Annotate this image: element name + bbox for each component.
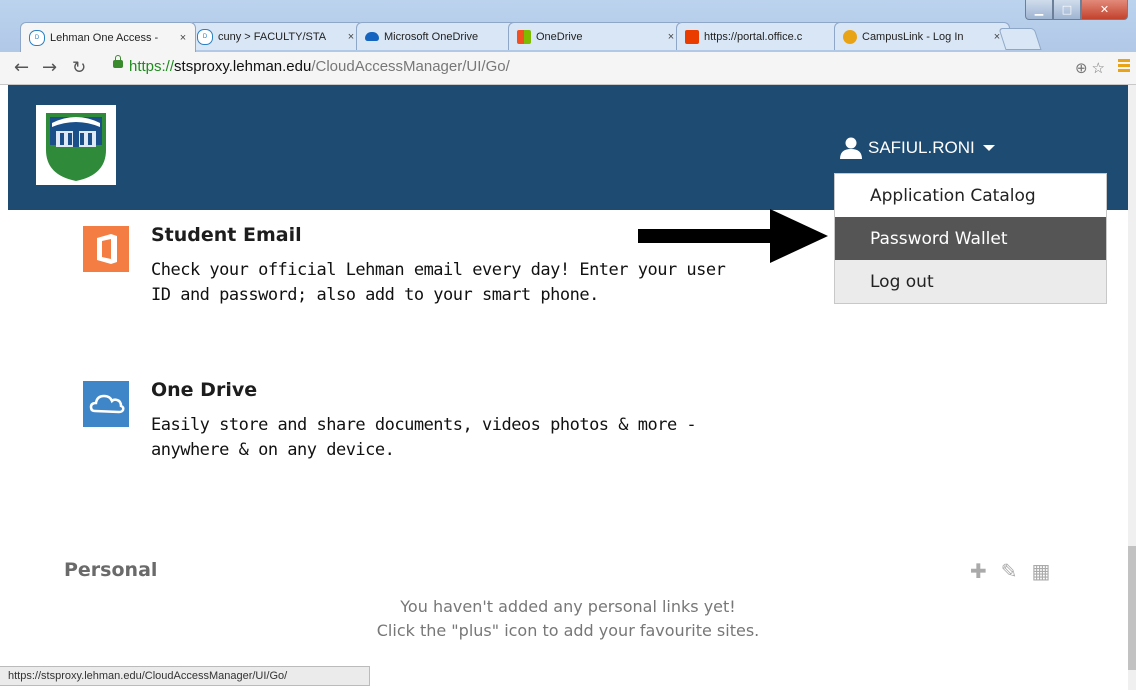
menu-item-application-catalog[interactable]: Application Catalog [835,174,1106,217]
app-description: Easily store and share documents, videos… [151,415,697,460]
user-dropdown-menu: Application Catalog Password Wallet Log … [834,173,1107,304]
browser-toolbar: ← → ↻ https://stsproxy.lehman.edu/CloudA… [0,52,1136,85]
dell-favicon-icon: D [29,29,45,46]
url-host: stsproxy.lehman.edu [174,58,312,75]
app-description: Check your official Lehman email every d… [151,260,726,305]
app-name[interactable]: Student Email [151,224,302,246]
scrollbar-thumb[interactable] [1128,546,1136,670]
tab-title: Lehman One Access - [50,31,159,44]
browser-menu-icon[interactable] [1118,59,1130,74]
status-bar-url: https://stsproxy.lehman.edu/CloudAccessM… [0,666,370,686]
lehman-logo[interactable] [36,105,116,185]
empty-message-line-2: Click the "plus" icon to add your favour… [376,621,760,640]
window-controls: ▁ □ ✕ [1025,0,1128,20]
tab-title: CampusLink - Log In [862,30,964,43]
back-arrow-icon[interactable]: ← [14,58,29,78]
bookmark-star-icon[interactable]: ☆ [1092,59,1105,77]
address-bar[interactable]: https://stsproxy.lehman.edu/CloudAccessM… [105,55,1105,80]
plus-icon[interactable]: ✚ [970,559,987,583]
tab-title: https://portal.office.c [704,30,803,43]
url-text: https://stsproxy.lehman.edu/CloudAccessM… [129,58,510,75]
reload-icon[interactable]: ↻ [72,58,86,78]
tab-close-icon[interactable]: × [177,32,189,44]
url-scheme: https:// [129,58,175,75]
dell-favicon-icon: D [197,28,213,45]
user-menu-toggle[interactable]: SAFIUL.RONI [840,137,995,159]
onedrive-cloud-icon [365,32,379,41]
zoom-icon[interactable]: ⊕ [1075,59,1088,77]
campuslink-people-icon [843,29,857,44]
personal-section-title: Personal [64,559,158,581]
edit-icon[interactable]: ✎ [1001,559,1018,583]
tab-onedrive[interactable]: OneDrive × [508,22,684,50]
grid-icon[interactable]: ▦ [1032,559,1051,583]
tab-title: Microsoft OneDrive [384,30,479,43]
menu-item-password-wallet[interactable]: Password Wallet [835,217,1106,260]
tab-bar: D Lehman One Access - × D cuny > FACULTY… [0,0,1136,52]
empty-message-line-1: You haven't added any personal links yet… [400,597,736,616]
minimize-icon[interactable]: ▁ [1025,0,1053,20]
tab-microsoft-onedrive[interactable]: Microsoft OneDrive × [356,22,532,50]
tab-lehman-one-access[interactable]: D Lehman One Access - × [20,22,196,52]
app-name[interactable]: One Drive [151,379,257,401]
caret-down-icon [982,145,995,151]
menu-item-log-out[interactable]: Log out [835,260,1106,303]
pointer-arrow-annotation [638,209,828,263]
lehman-shield-icon [46,113,106,181]
username-label: SAFIUL.RONI [868,138,975,157]
new-tab-button[interactable] [998,28,1042,50]
maximize-icon[interactable]: □ [1053,0,1081,20]
office-icon[interactable] [83,226,129,272]
close-window-icon[interactable]: ✕ [1081,0,1128,20]
lock-icon [113,55,123,68]
office-favicon-icon [685,29,699,44]
page-left-border [0,85,8,690]
url-path: /CloudAccessManager/UI/Go/ [311,58,510,75]
user-icon [840,137,862,159]
microsoft-logo-icon [517,29,531,44]
tab-title: OneDrive [536,30,583,43]
tab-portal-office[interactable]: https://portal.office.c × [676,22,852,50]
tab-title: cuny > FACULTY/STA [218,30,327,43]
browser-chrome: D Lehman One Access - × D cuny > FACULTY… [0,0,1136,85]
forward-arrow-icon[interactable]: → [42,58,57,78]
cloud-icon[interactable] [83,381,129,427]
personal-empty-message: You haven't added any personal links yet… [8,595,1128,643]
tab-campuslink[interactable]: CampusLink - Log In × [834,22,1010,50]
tab-cuny-faculty[interactable]: D cuny > FACULTY/STA × [188,22,364,50]
page-content: SAFIUL.RONI Application Catalog Password… [8,85,1128,690]
personal-toolbar: ✚ ✎ ▦ [970,559,1050,583]
